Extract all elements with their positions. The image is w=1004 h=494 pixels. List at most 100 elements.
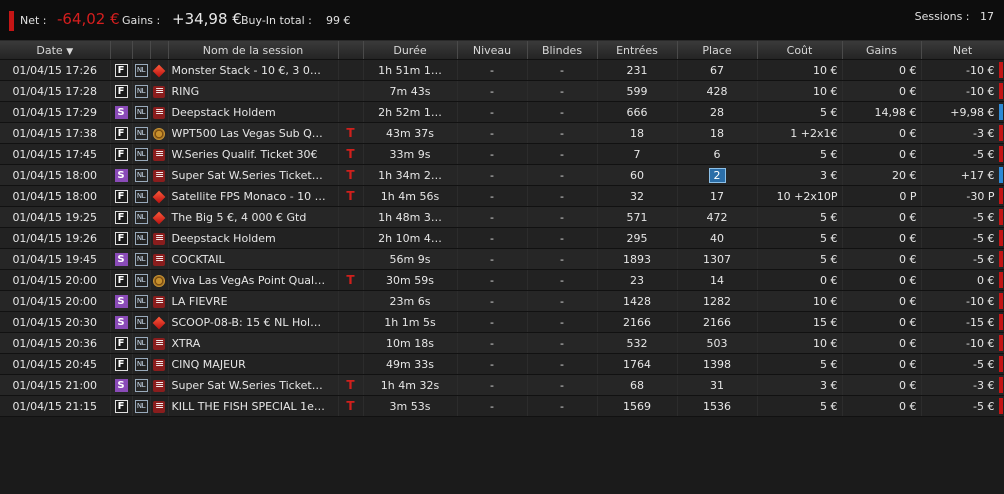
col-entries[interactable]: Entrées <box>597 41 678 60</box>
winamax-logo-icon <box>153 274 165 287</box>
table-row[interactable]: 01/04/15 19:26F NL Deepstack Holdem 2h 10m … <box>0 227 1004 249</box>
poker-site-logo-icon <box>153 378 165 392</box>
cell-net: -30 P <box>921 185 1004 207</box>
cell-level: - <box>457 395 528 417</box>
cell-limit: NL <box>132 395 151 417</box>
place-value: 1398 <box>703 357 731 371</box>
cell-duration: 49m 33s <box>363 353 458 375</box>
col-blinds[interactable]: Blindes <box>527 41 598 60</box>
cell-room <box>150 206 169 228</box>
col-duration[interactable]: Durée <box>363 41 458 60</box>
table-row[interactable]: 01/04/15 19:25 F NL The Big 5 €, 4 000 € Gt… <box>0 206 1004 228</box>
pokerstars-logo-icon <box>152 316 166 329</box>
table-row[interactable]: 01/04/15 17:45F NL W.Series Qualif. Ticket… <box>0 143 1004 165</box>
col-level[interactable]: Niveau <box>457 41 528 60</box>
col-ticket[interactable] <box>338 41 364 60</box>
table-row[interactable]: 01/04/15 17:28FNLRING7m 43s--59942810 €0… <box>0 80 1004 102</box>
table-row[interactable]: 01/04/15 20:45FNLCINQ MAJEUR49m 33s--176… <box>0 353 1004 375</box>
cell-entries: 32 <box>597 185 678 207</box>
speed-badge-icon: F <box>114 231 128 245</box>
cell-blinds: - <box>527 395 598 417</box>
cell-date: 01/04/15 17:28 <box>0 80 111 102</box>
cell-level: - <box>457 353 528 375</box>
col-net[interactable]: Net <box>921 41 1004 60</box>
col-name[interactable]: Nom de la session <box>168 41 339 60</box>
net-wrap: -10 € <box>922 62 1004 78</box>
cell-gains: 0 € <box>842 248 922 270</box>
cell-place: 2 <box>677 164 758 186</box>
table-row[interactable]: 01/04/15 18:00 F NL Satellite FPS Monaco - … <box>0 185 1004 207</box>
cell-ticket <box>338 311 364 333</box>
table-row[interactable]: 01/04/15 17:38 F NL WPT500 Las Vegas Sub Q…… <box>0 122 1004 144</box>
cell-limit: NL <box>132 101 151 123</box>
summary-bar: Net : -64,02 € Gains : +34,98 € Buy-In t… <box>0 0 1004 41</box>
table-row[interactable]: 01/04/15 17:26 F NL Monster Stack - 10 €, 3… <box>0 59 1004 81</box>
cell-level: - <box>457 290 528 312</box>
cell-speed: F <box>110 269 133 291</box>
no-limit-icon: NL <box>134 84 148 98</box>
cell-duration: 10m 18s <box>363 332 458 354</box>
ticket-icon: T <box>346 147 355 161</box>
cell-place: 1398 <box>677 353 758 375</box>
table-header: Date ▼ Nom de la session Durée Niveau Bl… <box>0 41 1004 60</box>
cell-limit: NL <box>132 374 151 396</box>
cell-speed: F <box>110 185 133 207</box>
cell-duration: 56m 9s <box>363 248 458 270</box>
col-gains[interactable]: Gains <box>842 41 922 60</box>
poker-site-logo-icon <box>153 168 165 182</box>
table-row[interactable]: 01/04/15 17:29S NL Deepstack Holdem 2h 52m … <box>0 101 1004 123</box>
col-room[interactable] <box>150 41 169 60</box>
cell-blinds: - <box>527 185 598 207</box>
cell-limit: NL <box>132 332 151 354</box>
cell-ticket <box>338 248 364 270</box>
cell-entries: 7 <box>597 143 678 165</box>
cell-level: - <box>457 143 528 165</box>
cell-cost: 15 € <box>757 311 843 333</box>
table-row[interactable]: 01/04/15 20:30 S NL SCOOP-08-B: 15 € NL Hol… <box>0 311 1004 333</box>
table-row[interactable]: 01/04/15 19:45SNLCOCKTAIL56m 9s--1893130… <box>0 248 1004 270</box>
result-indicator <box>998 188 1003 204</box>
cell-date: 01/04/15 18:00 <box>0 164 111 186</box>
no-limit-icon: NL <box>134 273 148 287</box>
poker-site-logo-icon <box>153 84 165 98</box>
cell-date: 01/04/15 20:30 <box>0 311 111 333</box>
cell-session-name: Viva Las VegAs Point Qual… <box>168 269 339 291</box>
cell-ticket <box>338 206 364 228</box>
cell-limit: NL <box>132 353 151 375</box>
net-value: -15 € <box>966 315 995 329</box>
net-wrap: -5 € <box>922 146 1004 162</box>
table-row[interactable]: 01/04/15 20:36FNLXTRA10m 18s--53250310 €… <box>0 332 1004 354</box>
cell-speed: S <box>110 290 133 312</box>
cell-ticket: T <box>338 395 364 417</box>
cell-date: 01/04/15 21:00 <box>0 374 111 396</box>
cell-blinds: - <box>527 248 598 270</box>
sessions-count: Sessions : 17 <box>915 10 994 23</box>
cell-duration: 1h 51m 1… <box>363 59 458 81</box>
speed-badge-icon: S <box>114 168 128 182</box>
cell-room <box>150 122 169 144</box>
place-value: 6 <box>713 147 721 161</box>
net-value: +9,98 € <box>950 105 995 119</box>
cell-room <box>150 164 169 186</box>
cell-cost: 5 € <box>757 395 843 417</box>
net-value: -5 € <box>973 357 995 371</box>
cell-entries: 532 <box>597 332 678 354</box>
speed-badge-icon: F <box>114 63 128 77</box>
cell-cost: 10 € <box>757 80 843 102</box>
table-row[interactable]: 01/04/15 21:15F NL KILL THE FISH SPECIAL 1… <box>0 395 1004 417</box>
col-date[interactable]: Date ▼ <box>0 41 111 60</box>
col-place[interactable]: Place <box>677 41 758 60</box>
table-row[interactable]: 01/04/15 18:00S NL Super Sat W.Series Tick… <box>0 164 1004 186</box>
col-cost[interactable]: Coût <box>757 41 843 60</box>
no-limit-icon: NL <box>134 294 148 308</box>
speed-badge-icon: S <box>114 105 128 119</box>
place-value: 28 <box>710 105 724 119</box>
table-row[interactable]: 01/04/15 21:00S NL Super Sat W.Series Tick… <box>0 374 1004 396</box>
table-row[interactable]: 01/04/15 20:00SNLLA FIEVRE23m 6s--142812… <box>0 290 1004 312</box>
cell-gains: 0 € <box>842 122 922 144</box>
cell-level: - <box>457 248 528 270</box>
col-limit[interactable] <box>132 41 151 60</box>
no-limit-icon: NL <box>134 105 148 119</box>
table-row[interactable]: 01/04/15 20:00 F NL Viva Las VegAs Point Qu… <box>0 269 1004 291</box>
col-speed[interactable] <box>110 41 133 60</box>
